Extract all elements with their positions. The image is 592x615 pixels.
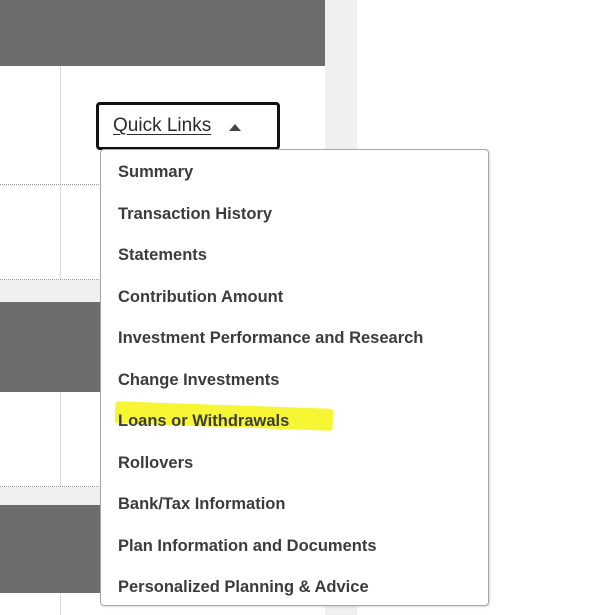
- menu-item-personalized-planning[interactable]: Personalized Planning & Advice: [118, 574, 369, 600]
- menu-item-change-investments[interactable]: Change Investments: [118, 367, 279, 393]
- menu-item-contribution-amount[interactable]: Contribution Amount: [118, 284, 283, 310]
- column-divider: [60, 66, 61, 184]
- menu-item-statements[interactable]: Statements: [118, 242, 207, 268]
- quick-links-button[interactable]: Quick Links: [96, 102, 280, 150]
- menu-item-investment-performance[interactable]: Investment Performance and Research: [118, 325, 423, 351]
- menu-item-loans-or-withdrawals[interactable]: Loans or Withdrawals: [118, 408, 289, 434]
- column-divider: [60, 392, 61, 486]
- quick-links-menu: Summary Transaction History Statements C…: [100, 149, 489, 606]
- menu-item-rollovers[interactable]: Rollovers: [118, 450, 193, 476]
- column-divider: [60, 593, 61, 615]
- column-divider: [60, 186, 61, 279]
- quick-links-label: Quick Links: [113, 115, 212, 136]
- menu-item-plan-information[interactable]: Plan Information and Documents: [118, 533, 377, 559]
- menu-item-bank-tax-information[interactable]: Bank/Tax Information: [118, 491, 285, 517]
- caret-up-icon: [229, 123, 242, 131]
- menu-item-transaction-history[interactable]: Transaction History: [118, 201, 272, 227]
- section-header-bar: [0, 0, 325, 66]
- menu-item-summary[interactable]: Summary: [118, 159, 193, 185]
